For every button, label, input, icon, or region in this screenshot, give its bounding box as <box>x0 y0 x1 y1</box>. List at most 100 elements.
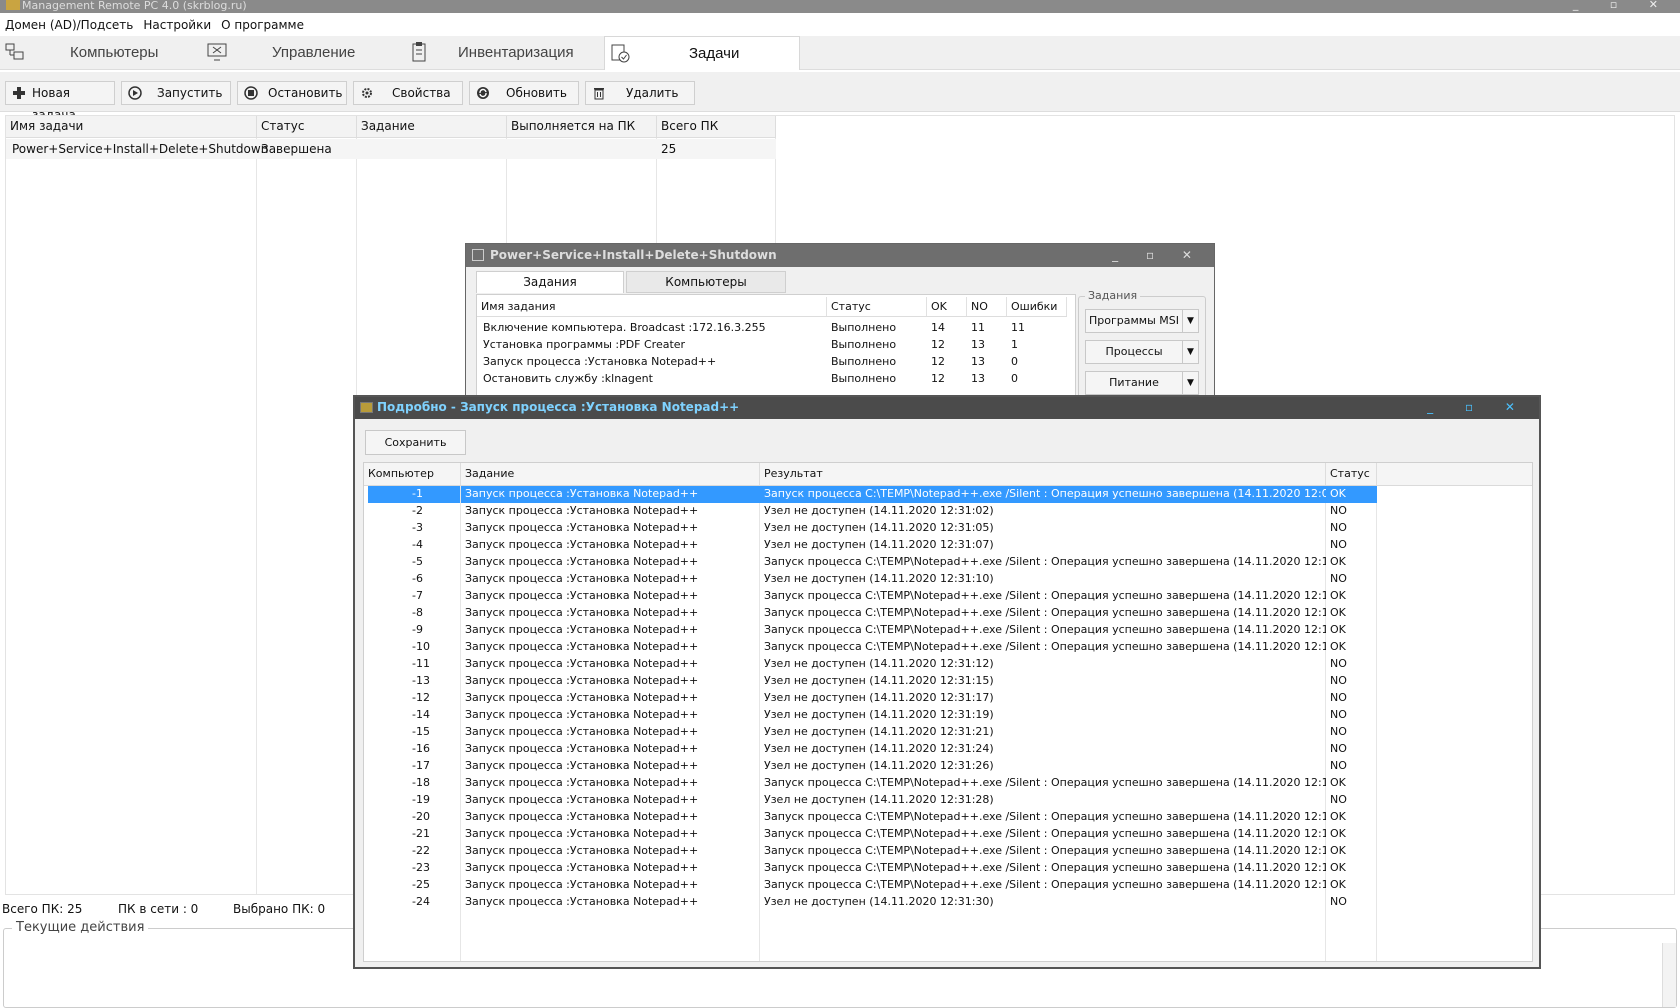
toolbar: Новая задача Запустить Остановить Свойст… <box>0 72 1680 122</box>
jobs-side-group-title: Задания <box>1085 289 1141 302</box>
jobs-side-group: Задания Программы MSI ▼ Процессы ▼ Питание… <box>1078 289 1206 404</box>
detail-pc-cell: -11 <box>412 657 430 670</box>
msi-programs-button[interactable]: Программы MSI ▼ <box>1085 309 1199 333</box>
main-tabbar: Компьютеры Управление Инвентаризация Зад… <box>0 36 1680 70</box>
table-row[interactable]: -1 Запуск процесса :Установка Notepad++ За… <box>364 486 1532 503</box>
detail-job-cell: Запуск процесса :Установка Notepad++ <box>465 827 699 840</box>
table-row[interactable]: -5 Запуск процесса :Установка Notepad++ За… <box>364 554 1532 571</box>
stop-button[interactable]: Остановить <box>237 81 347 105</box>
table-row[interactable]: -17 Запуск процесса :Установка Notepad++ У… <box>364 758 1532 775</box>
detail-status-cell: OK <box>1330 555 1346 568</box>
power-button[interactable]: Питание ▼ <box>1085 371 1199 395</box>
job-ok-cell: 12 <box>931 338 945 351</box>
processes-button[interactable]: Процессы ▼ <box>1085 340 1199 364</box>
run-button[interactable]: Запустить <box>121 81 231 105</box>
col-total-pc[interactable]: Всего ПК <box>657 116 776 137</box>
tab-jobs[interactable]: Задания <box>476 271 624 293</box>
dropdown-arrow-icon[interactable]: ▼ <box>1182 310 1198 332</box>
main-window-controls[interactable]: _ ▫ ✕ <box>1573 0 1672 10</box>
table-row[interactable]: -24 Запуск процесса :Установка Notepad++ У… <box>364 894 1532 911</box>
table-row[interactable]: -8 Запуск процесса :Установка Notepad++ За… <box>364 605 1532 622</box>
job-ok-cell: 12 <box>931 372 945 385</box>
col-no[interactable]: NO <box>967 297 1007 316</box>
detail-grid[interactable]: Компьютер Задание Результат Статус -1 Зап… <box>363 462 1533 962</box>
tab-inventory[interactable]: Инвентаризация <box>404 36 604 70</box>
table-row[interactable]: -20 Запуск процесса :Установка Notepad++ З… <box>364 809 1532 826</box>
table-row[interactable]: -14 Запуск процесса :Установка Notepad++ У… <box>364 707 1532 724</box>
list-item[interactable]: Запуск процесса :Установка Notepad++ Вып… <box>477 353 1067 370</box>
col-job[interactable]: Задание <box>357 116 507 137</box>
col-detail-status[interactable]: Статус <box>1326 463 1377 485</box>
table-row[interactable]: -16 Запуск процесса :Установка Notepad++ У… <box>364 741 1532 758</box>
detail-pc-cell: -17 <box>412 759 430 772</box>
detail-window-controls[interactable]: _ ▫ ✕ <box>1427 397 1529 418</box>
window-icon <box>472 249 484 261</box>
detail-window-title: Подробно - Запуск процесса :Установка No… <box>377 400 740 414</box>
new-task-button[interactable]: Новая задача <box>5 81 115 122</box>
job-status-cell: Выполнено <box>831 372 897 385</box>
table-row[interactable]: -12 Запуск процесса :Установка Notepad++ У… <box>364 690 1532 707</box>
col-ok[interactable]: OK <box>927 297 967 316</box>
detail-pc-cell: -1 <box>368 486 460 503</box>
menu-about[interactable]: О программе <box>216 14 309 36</box>
task-jobs-grid[interactable]: Имя задания Статус OK NO Ошибки Включени… <box>476 294 1076 404</box>
detail-pc-cell: -12 <box>412 691 430 704</box>
table-row[interactable]: Power+Service+Install+Delete+Shutdown За… <box>6 139 776 159</box>
table-row[interactable]: -23 Запуск процесса :Установка Notepad++ З… <box>364 860 1532 877</box>
table-row[interactable]: -9 Запуск процесса :Установка Notepad++ За… <box>364 622 1532 639</box>
col-result[interactable]: Результат <box>760 463 1326 485</box>
table-row[interactable]: -10 Запуск процесса :Установка Notepad++ З… <box>364 639 1532 656</box>
table-row[interactable]: -3 Запуск процесса :Установка Notepad++ Уз… <box>364 520 1532 537</box>
col-computer[interactable]: Компьютер <box>364 463 461 485</box>
table-row[interactable]: -4 Запуск процесса :Установка Notepad++ Уз… <box>364 537 1532 554</box>
list-item[interactable]: Остановить службу :klnagent Выполнено 12… <box>477 370 1067 387</box>
detail-pc-cell: -5 <box>412 555 423 568</box>
menu-settings[interactable]: Настройки <box>138 14 216 36</box>
table-row[interactable]: -18 Запуск процесса :Установка Notepad++ З… <box>364 775 1532 792</box>
refresh-icon <box>477 87 489 99</box>
dropdown-arrow-icon[interactable]: ▼ <box>1182 341 1198 363</box>
col-running-on[interactable]: Выполняется на ПК <box>507 116 657 137</box>
col-errors[interactable]: Ошибки <box>1007 297 1067 316</box>
table-row[interactable]: -6 Запуск процесса :Установка Notepad++ Уз… <box>364 571 1532 588</box>
table-row[interactable]: -15 Запуск процесса :Установка Notepad++ У… <box>364 724 1532 741</box>
col-job-status[interactable]: Статус <box>827 297 927 316</box>
table-row[interactable]: -22 Запуск процесса :Установка Notepad++ З… <box>364 843 1532 860</box>
tab-tasks[interactable]: Задачи <box>604 36 800 70</box>
table-row[interactable]: -7 Запуск процесса :Установка Notepad++ За… <box>364 588 1532 605</box>
table-row[interactable]: -19 Запуск процесса :Установка Notepad++ У… <box>364 792 1532 809</box>
job-no-cell: 13 <box>971 338 985 351</box>
detail-result-cell: Запуск процесса C:\TEMP\Notepad++.exe /S… <box>764 555 1326 568</box>
tab-control-label: Управление <box>272 44 356 61</box>
properties-label: Свойства <box>392 86 451 100</box>
col-detail-job[interactable]: Задание <box>461 463 760 485</box>
save-list-button[interactable]: Сохранить список <box>365 430 466 472</box>
properties-button[interactable]: Свойства <box>353 81 463 105</box>
detail-window-titlebar[interactable]: Подробно - Запуск процесса :Установка No… <box>355 397 1539 419</box>
col-task-name[interactable]: Имя задачи <box>6 116 257 137</box>
table-row[interactable]: -25 Запуск процесса :Установка Notepad++ З… <box>364 877 1532 894</box>
tab-control[interactable]: Управление <box>202 36 402 70</box>
detail-status-cell: OK <box>1330 878 1346 891</box>
msi-programs-label: Программы MSI <box>1089 314 1179 327</box>
table-row[interactable]: -11 Запуск процесса :Установка Notepad++ У… <box>364 656 1532 673</box>
refresh-button[interactable]: Обновить <box>469 81 579 105</box>
col-status[interactable]: Статус <box>257 116 357 137</box>
list-item[interactable]: Установка программы :PDF Creater Выполне… <box>477 336 1067 353</box>
table-row[interactable]: -13 Запуск процесса :Установка Notepad++ У… <box>364 673 1532 690</box>
menu-domain[interactable]: Домен (AD)/Подсеть <box>0 14 138 36</box>
detail-result-cell: Узел не доступен (14.11.2020 12:31:15) <box>764 674 994 687</box>
delete-button[interactable]: Удалить <box>585 81 695 105</box>
list-item[interactable]: Включение компьютера. Broadcast :172.16.… <box>477 319 1067 336</box>
tab-computers[interactable]: Компьютеры <box>0 36 200 70</box>
col-job-name[interactable]: Имя задания <box>477 297 827 316</box>
task-window-controls[interactable]: _ ▫ ✕ <box>1112 244 1204 266</box>
detail-result-cell: Узел не доступен (14.11.2020 12:31:07) <box>764 538 994 551</box>
current-actions-scrollbar[interactable] <box>1662 943 1676 1007</box>
task-window-titlebar[interactable]: Power+Service+Install+Delete+Shutdown _ … <box>466 244 1214 267</box>
detail-result-cell: Узел не доступен (14.11.2020 12:31:12) <box>764 657 994 670</box>
dropdown-arrow-icon[interactable]: ▼ <box>1182 372 1198 394</box>
tab-task-computers[interactable]: Компьютеры <box>626 271 786 293</box>
table-row[interactable]: -2 Запуск процесса :Установка Notepad++ Уз… <box>364 503 1532 520</box>
table-row[interactable]: -21 Запуск процесса :Установка Notepad++ З… <box>364 826 1532 843</box>
